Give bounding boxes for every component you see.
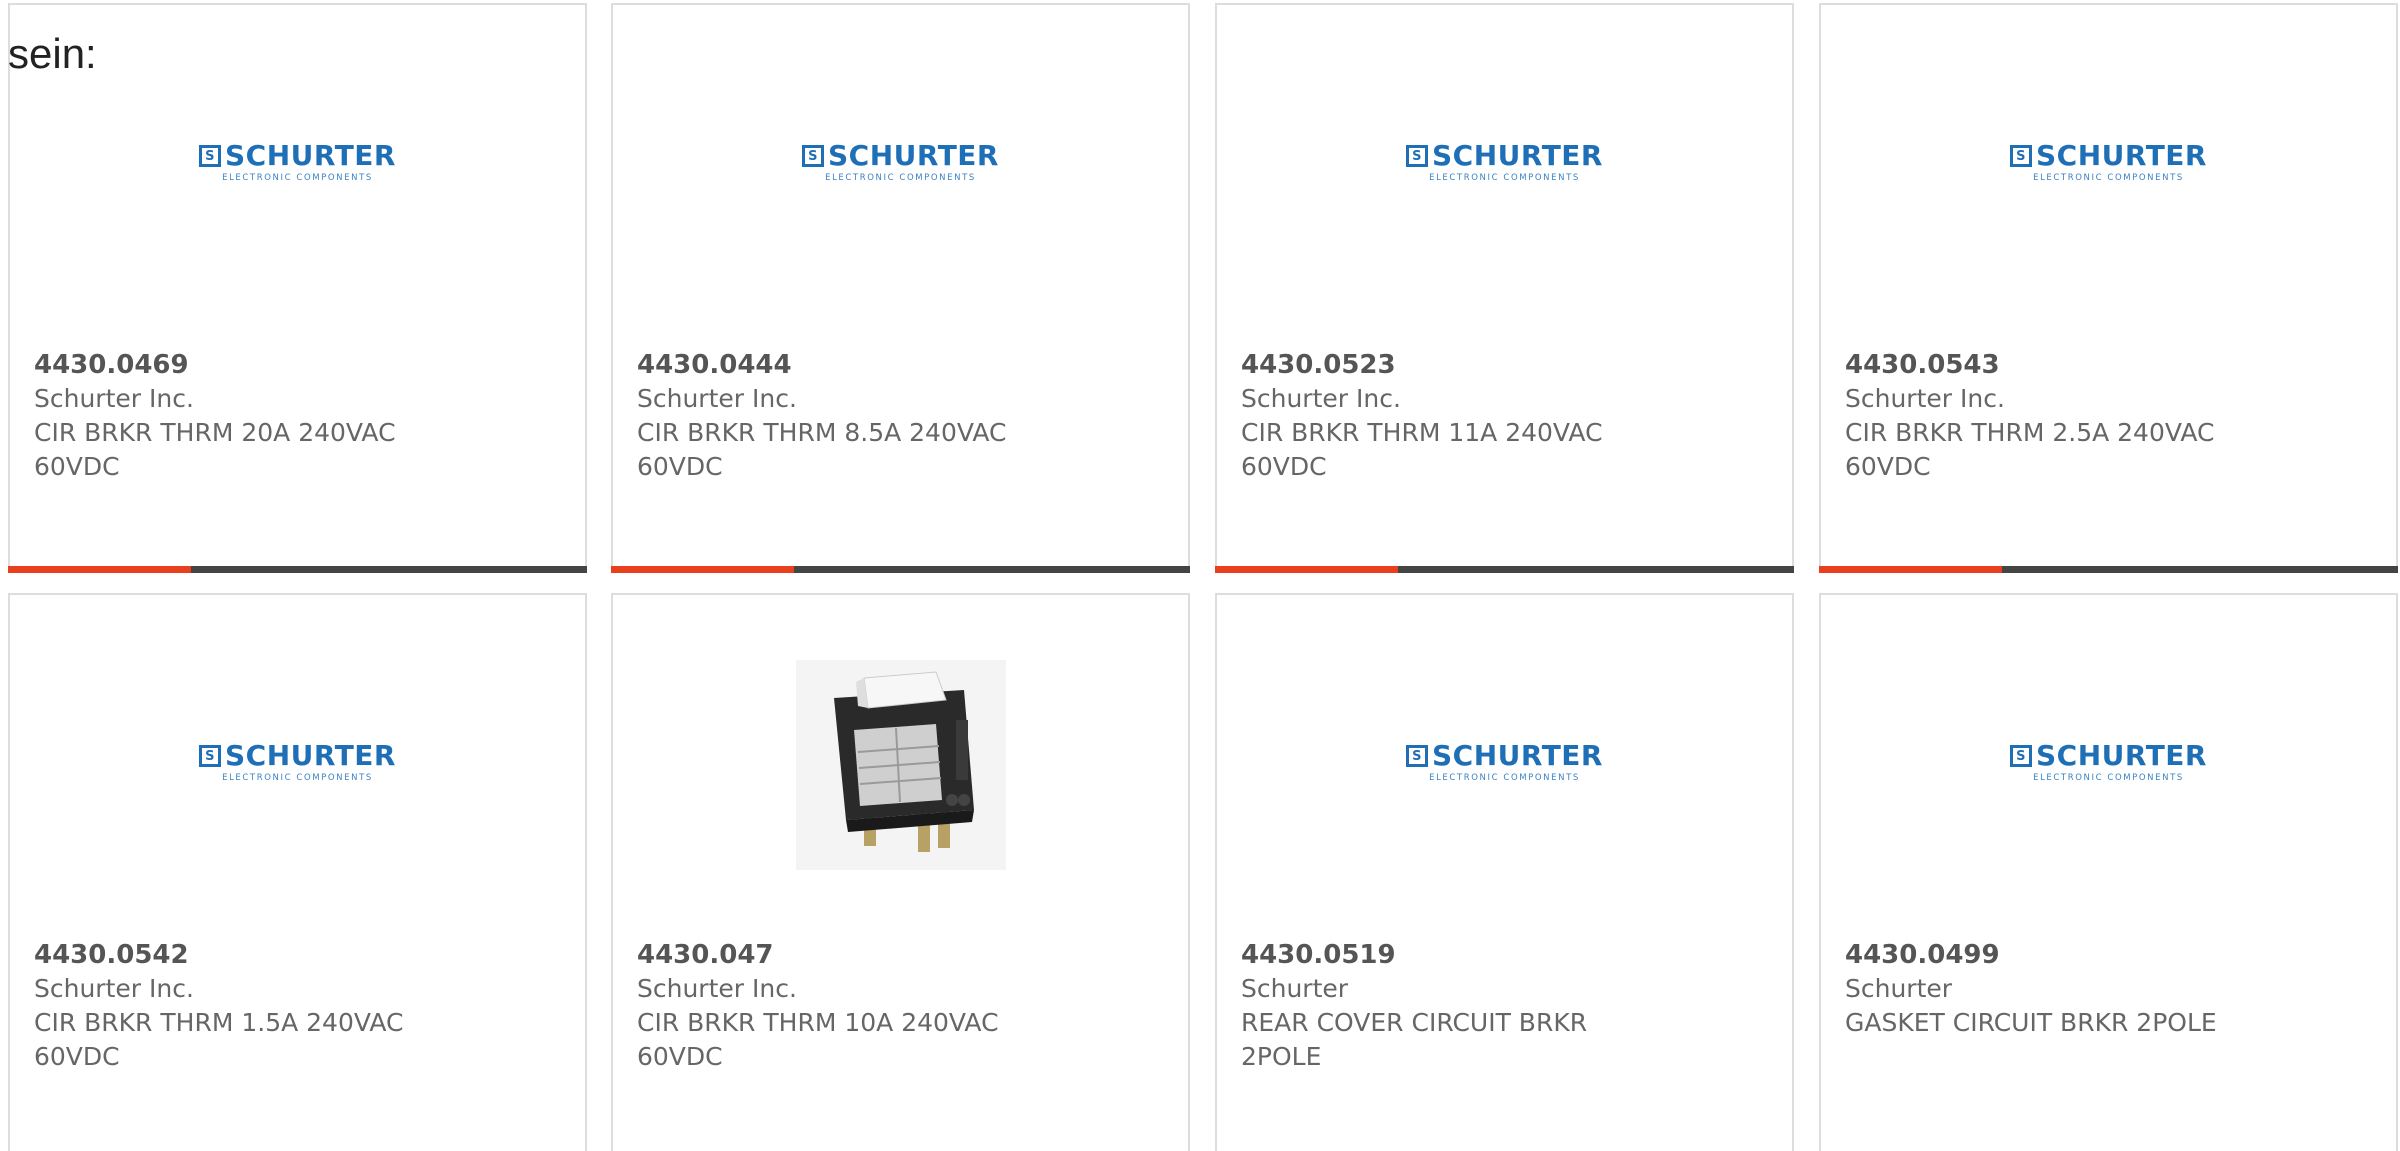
product-info: 4430.0469 Schurter Inc. CIR BRKR THRM 20… [34,348,561,484]
product-description: CIR BRKR THRM 20A 240VAC 60VDC [34,418,396,481]
product-description: CIR BRKR THRM 10A 240VAC 60VDC [637,1008,999,1071]
schurter-logo-mark: S [1406,145,1428,167]
schurter-logo-name: SCHURTER [1432,739,1603,772]
card-bar-accent [1819,566,2002,573]
schurter-logo-tagline: ELECTRONIC COMPONENTS [825,173,976,183]
part-number[interactable]: 4430.0499 [1845,938,2372,972]
card-bar [1215,566,1794,573]
card-bar [611,566,1190,573]
product-card[interactable]: S SCHURTER ELECTRONIC COMPONENTS 4430.05… [1215,3,1794,573]
product-card[interactable]: S SCHURTER ELECTRONIC COMPONENTS 4430.04… [8,3,587,573]
product-image[interactable]: S SCHURTER ELECTRONIC COMPONENTS [1217,65,1792,265]
product-card[interactable]: S SCHURTER ELECTRONIC COMPONENTS 4430.05… [1215,593,1794,1151]
product-image[interactable]: S SCHURTER ELECTRONIC COMPONENTS [1217,665,1792,865]
product-image[interactable]: S SCHURTER ELECTRONIC COMPONENTS [1821,65,2396,265]
schurter-logo-name: SCHURTER [2036,739,2207,772]
product-card[interactable]: S SCHURTER ELECTRONIC COMPONENTS 4430.04… [611,3,1190,573]
card-bar-accent [1215,566,1398,573]
part-number[interactable]: 4430.0469 [34,348,561,382]
product-image[interactable]: S SCHURTER ELECTRONIC COMPONENTS [10,65,585,265]
schurter-logo-name: SCHURTER [1432,139,1603,172]
product-image[interactable] [613,660,1188,870]
product-description: CIR BRKR THRM 2.5A 240VAC 60VDC [1845,418,2215,481]
product-card[interactable]: S SCHURTER ELECTRONIC COMPONENTS 4430.05… [8,593,587,1151]
product-info: 4430.0542 Schurter Inc. CIR BRKR THRM 1.… [34,938,561,1074]
schurter-logo: S SCHURTER ELECTRONIC COMPONENTS [1405,741,1605,789]
product-description: CIR BRKR THRM 1.5A 240VAC 60VDC [34,1008,404,1071]
schurter-logo-mark: S [802,145,824,167]
schurter-logo-name: SCHURTER [225,739,396,772]
schurter-logo-name: SCHURTER [828,139,999,172]
schurter-logo-name: SCHURTER [225,139,396,172]
schurter-logo-tagline: ELECTRONIC COMPONENTS [222,173,373,183]
schurter-logo-mark: S [2010,145,2032,167]
product-info: 4430.0444 Schurter Inc. CIR BRKR THRM 8.… [637,348,1164,484]
part-number[interactable]: 4430.0519 [1241,938,1768,972]
manufacturer: Schurter Inc. [34,974,194,1003]
card-bar [8,566,587,573]
manufacturer: Schurter Inc. [34,384,194,413]
manufacturer: Schurter Inc. [1845,384,2005,413]
manufacturer: Schurter [1241,974,1349,1003]
card-bar [1819,566,2398,573]
card-bar-accent [8,566,191,573]
schurter-logo-mark: S [2010,745,2032,767]
schurter-logo-mark: S [1406,745,1428,767]
product-card[interactable]: S SCHURTER ELECTRONIC COMPONENTS 4430.04… [1819,593,2398,1151]
circuit-breaker-photo [795,660,1006,870]
product-description: CIR BRKR THRM 8.5A 240VAC 60VDC [637,418,1007,481]
schurter-logo: S SCHURTER ELECTRONIC COMPONENTS [1405,141,1605,189]
product-card[interactable]: 4430.047 Schurter Inc. CIR BRKR THRM 10A… [611,593,1190,1151]
part-number[interactable]: 4430.047 [637,938,1164,972]
schurter-logo-name: SCHURTER [2036,139,2207,172]
schurter-logo: S SCHURTER ELECTRONIC COMPONENTS [198,141,398,189]
product-image[interactable]: S SCHURTER ELECTRONIC COMPONENTS [613,65,1188,265]
manufacturer: Schurter Inc. [637,974,797,1003]
product-info: 4430.0543 Schurter Inc. CIR BRKR THRM 2.… [1845,348,2372,484]
part-number[interactable]: 4430.0542 [34,938,561,972]
product-info: 4430.047 Schurter Inc. CIR BRKR THRM 10A… [637,938,1164,1074]
product-info: 4430.0499 Schurter GASKET CIRCUIT BRKR 2… [1845,938,2372,1040]
schurter-logo-tagline: ELECTRONIC COMPONENTS [222,773,373,783]
product-description: REAR COVER CIRCUIT BRKR 2POLE [1241,1008,1588,1071]
schurter-logo: S SCHURTER ELECTRONIC COMPONENTS [198,741,398,789]
product-description: GASKET CIRCUIT BRKR 2POLE [1845,1008,2217,1037]
product-image[interactable]: S SCHURTER ELECTRONIC COMPONENTS [1821,665,2396,865]
schurter-logo: S SCHURTER ELECTRONIC COMPONENTS [2009,141,2209,189]
manufacturer: Schurter Inc. [1241,384,1401,413]
manufacturer: Schurter [1845,974,1953,1003]
product-info: 4430.0523 Schurter Inc. CIR BRKR THRM 11… [1241,348,1768,484]
schurter-logo-tagline: ELECTRONIC COMPONENTS [2033,773,2184,783]
part-number[interactable]: 4430.0523 [1241,348,1768,382]
schurter-logo-tagline: ELECTRONIC COMPONENTS [2033,173,2184,183]
product-info: 4430.0519 Schurter REAR COVER CIRCUIT BR… [1241,938,1768,1074]
product-card[interactable]: S SCHURTER ELECTRONIC COMPONENTS 4430.05… [1819,3,2398,573]
schurter-logo: S SCHURTER ELECTRONIC COMPONENTS [801,141,1001,189]
part-number[interactable]: 4430.0444 [637,348,1164,382]
product-image[interactable]: S SCHURTER ELECTRONIC COMPONENTS [10,665,585,865]
page: sein: S SCHURTER ELECTRONIC COMPONENTS 4… [0,0,2400,1151]
schurter-logo: S SCHURTER ELECTRONIC COMPONENTS [2009,741,2209,789]
product-description: CIR BRKR THRM 11A 240VAC 60VDC [1241,418,1603,481]
intro-text: sein: [8,30,97,77]
schurter-logo-tagline: ELECTRONIC COMPONENTS [1429,773,1580,783]
card-bar-accent [611,566,794,573]
schurter-logo-mark: S [199,145,221,167]
schurter-logo-tagline: ELECTRONIC COMPONENTS [1429,173,1580,183]
manufacturer: Schurter Inc. [637,384,797,413]
schurter-logo-mark: S [199,745,221,767]
part-number[interactable]: 4430.0543 [1845,348,2372,382]
